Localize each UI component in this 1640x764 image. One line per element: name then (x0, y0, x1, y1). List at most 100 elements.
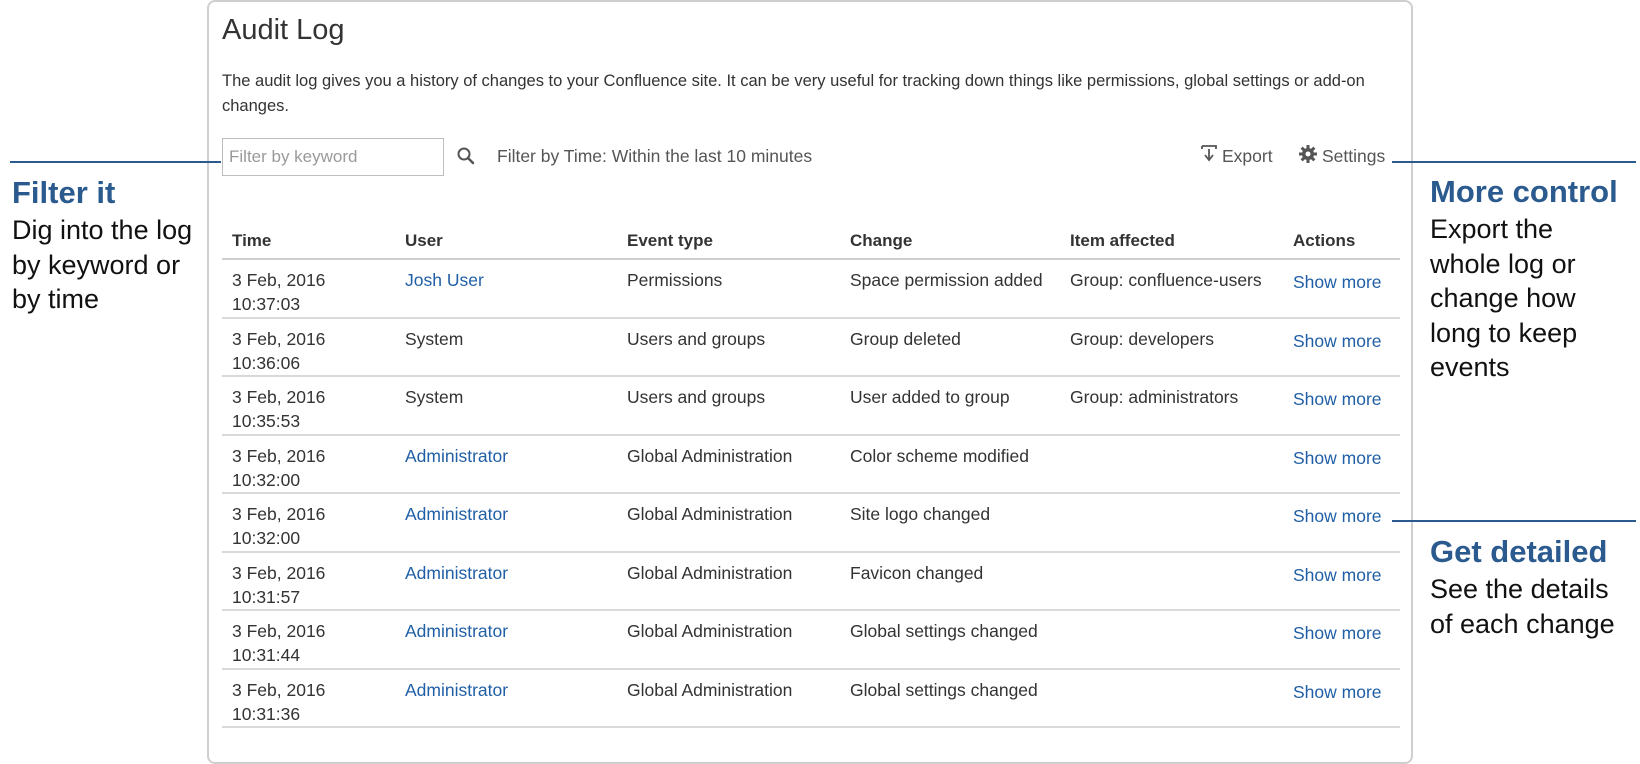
show-more-link[interactable]: Show more (1293, 389, 1382, 409)
actions-cell: Show more (1283, 260, 1400, 317)
show-more-link[interactable]: Show more (1293, 506, 1382, 526)
show-more-link[interactable]: Show more (1293, 331, 1382, 351)
event-type-cell: Global Administration (627, 504, 793, 524)
item-affected-cell (1060, 611, 1283, 668)
event-type-cell: Global Administration (627, 621, 793, 641)
change-cell: User added to group (850, 387, 1010, 407)
item-affected-cell: Group: administrators (1070, 387, 1239, 407)
table-row: 3 Feb, 2016 10:32:00 Administrator Global A… (222, 436, 1400, 494)
column-header-change: Change (850, 231, 913, 250)
event-type-cell: Permissions (627, 270, 723, 290)
audit-table: Time User Event type Change Item affecte… (222, 226, 1400, 728)
time-cell: 3 Feb, 2016 10:37:03 (222, 260, 395, 317)
user-cell[interactable]: Josh User (395, 260, 617, 317)
filter-callout-text: Dig into the log by keyword or by time (12, 215, 193, 314)
table-body: 3 Feb, 2016 10:37:03 Josh User Permissions S… (222, 260, 1400, 728)
user-cell[interactable]: Administrator (395, 436, 617, 493)
change-cell: Favicon changed (850, 562, 984, 583)
table-header: Time User Event type Change Item affecte… (222, 226, 1400, 260)
gear-icon (1298, 144, 1318, 169)
page-description: The audit log gives you a history of cha… (222, 72, 1365, 115)
control-callout-title: More control (1430, 174, 1618, 209)
show-more-link[interactable]: Show more (1293, 448, 1382, 468)
time-cell: 3 Feb, 2016 10:32:00 (222, 436, 395, 493)
time-text: 10:31:36 (232, 703, 301, 724)
export-icon (1200, 144, 1218, 169)
change-cell: Space permission added (850, 270, 1043, 290)
time-text: 10:37:03 (232, 294, 301, 314)
time-cell: 3 Feb, 2016 10:32:00 (222, 494, 395, 551)
search-icon[interactable] (456, 146, 476, 166)
table-row: 3 Feb, 2016 10:31:36 Administrator Global A… (222, 670, 1400, 728)
time-text: 10:31:44 (232, 645, 301, 665)
change-cell: Global settings changed (850, 621, 1038, 641)
control-callout-text: Export the whole log or change how long … (1430, 214, 1578, 382)
time-cell: 3 Feb, 2016 10:31:36 (222, 670, 395, 727)
export-label: Export (1222, 146, 1273, 166)
event-type-cell: Users and groups (627, 387, 766, 407)
date-text: 3 Feb, 2016 (232, 328, 326, 349)
detail-callout-line (1392, 520, 1636, 522)
show-more-link[interactable]: Show more (1293, 565, 1382, 585)
table-row: 3 Feb, 2016 10:31:57 Administrator Global A… (222, 553, 1400, 611)
settings-label: Settings (1322, 146, 1386, 166)
change-cell: Site logo changed (850, 504, 991, 524)
control-callout-line (1392, 161, 1636, 163)
time-text: 10:31:57 (232, 586, 301, 607)
filter-callout-title: Filter it (12, 175, 116, 210)
actions-cell: Show more (1283, 319, 1400, 376)
detail-callout-text: See the details of each change (1430, 574, 1615, 639)
time-cell: 3 Feb, 2016 10:35:53 (222, 377, 395, 434)
column-header-actions: Actions (1293, 231, 1356, 250)
date-text: 3 Feb, 2016 (232, 270, 326, 290)
change-cell: Global settings changed (850, 679, 1038, 700)
date-text: 3 Feb, 2016 (232, 621, 326, 641)
table-row: 3 Feb, 2016 10:35:53 System Users and group… (222, 377, 1400, 436)
filter-callout-line (10, 161, 221, 163)
detail-callout-title: Get detailed (1430, 534, 1608, 569)
date-text: 3 Feb, 2016 (232, 504, 326, 524)
table-row: 3 Feb, 2016 10:31:44 Administrator Global A… (222, 611, 1400, 670)
show-more-link[interactable]: Show more (1293, 682, 1382, 702)
event-type-cell: Global Administration (627, 562, 793, 583)
date-text: 3 Feb, 2016 (232, 387, 326, 407)
time-text: 10:32:00 (232, 469, 301, 490)
event-type-cell: Global Administration (627, 445, 793, 466)
time-cell: 3 Feb, 2016 10:36:06 (222, 319, 395, 376)
table-row: 3 Feb, 2016 10:32:00 Administrator Global A… (222, 494, 1400, 553)
user-cell: System (405, 387, 464, 407)
time-filter-toggle[interactable]: Filter by Time: Within the last 10 minut… (497, 146, 812, 167)
show-more-link[interactable]: Show more (1293, 623, 1382, 643)
item-affected-cell: Group: developers (1070, 328, 1214, 349)
user-cell[interactable]: Administrator (395, 670, 617, 727)
page-title: Audit Log (222, 14, 345, 46)
user-cell[interactable]: Administrator (395, 611, 617, 668)
user-cell[interactable]: Administrator (395, 494, 617, 551)
settings-button[interactable]: Settings (1298, 144, 1385, 169)
item-affected-cell (1060, 436, 1283, 493)
user-cell: System (405, 328, 464, 349)
time-text: 10:32:00 (232, 528, 301, 548)
time-cell: 3 Feb, 2016 10:31:44 (222, 611, 395, 668)
table-row: 3 Feb, 2016 10:36:06 System Users and group… (222, 319, 1400, 377)
actions-cell: Show more (1283, 553, 1400, 610)
actions-cell: Show more (1283, 436, 1400, 493)
show-more-link[interactable]: Show more (1293, 272, 1382, 292)
table-row: 3 Feb, 2016 10:37:03 Josh User Permissions S… (222, 260, 1400, 319)
change-cell: Color scheme modified (850, 445, 1029, 466)
item-affected-cell (1060, 670, 1283, 727)
column-header-event-type: Event type (627, 231, 713, 250)
item-affected-cell (1060, 494, 1283, 551)
export-button[interactable]: Export (1200, 144, 1273, 169)
keyword-filter-input[interactable] (222, 138, 444, 176)
event-type-cell: Global Administration (627, 679, 793, 700)
user-cell[interactable]: Administrator (395, 553, 617, 610)
item-affected-cell (1060, 553, 1283, 610)
item-affected-cell: Group: confluence-users (1070, 270, 1262, 290)
column-header-time: Time (232, 231, 272, 250)
actions-cell: Show more (1283, 377, 1400, 434)
date-text: 3 Feb, 2016 (232, 679, 326, 700)
column-header-item-affected: Item affected (1070, 231, 1175, 250)
column-header-user: User (405, 231, 443, 250)
change-cell: Group deleted (850, 328, 961, 349)
